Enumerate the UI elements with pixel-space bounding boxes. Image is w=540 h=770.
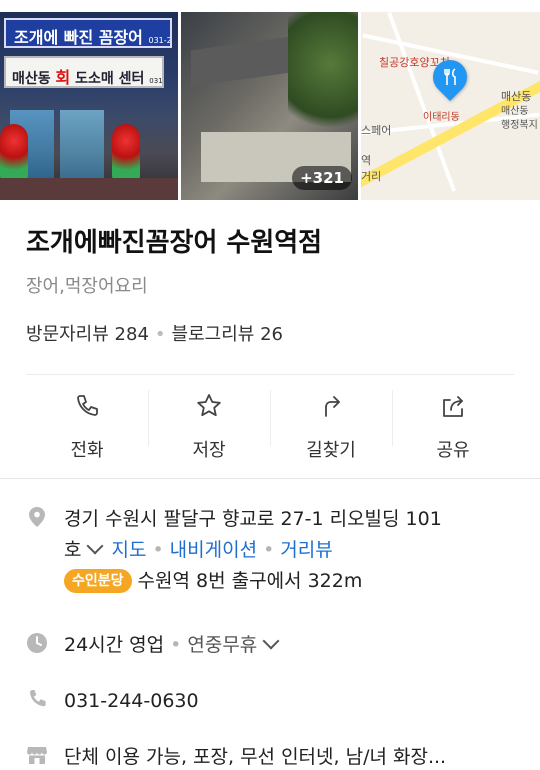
map-link[interactable]: 지도 — [111, 539, 146, 561]
directions-label: 길찾기 — [306, 440, 356, 461]
sidewalk — [0, 178, 178, 200]
call-button[interactable]: 전화 — [26, 380, 148, 470]
storefront-sign-bottom: 매산동 회 도소매 센터 031-240-0630 — [4, 56, 164, 88]
hours-text: 24시간 영업 • 연중무휴 — [64, 630, 514, 661]
map-place-label: 이태리동 — [423, 112, 460, 123]
save-label: 저장 — [192, 440, 226, 461]
share-label: 공유 — [436, 440, 470, 461]
subway-line-badge: 수인분당 — [64, 569, 132, 593]
fork-knife-icon — [444, 68, 456, 85]
map-edge-label: 역 — [361, 154, 372, 167]
tree — [288, 12, 358, 142]
storefront-sign-top: 조개에 빠진 꼼장어 031-244-0630 — [4, 18, 172, 48]
location-pin-icon — [29, 507, 45, 527]
street-view-link[interactable]: 거리뷰 — [280, 539, 332, 561]
place-name: 조개에빠진꼼장어 수원역점 — [26, 228, 323, 258]
share-icon — [443, 396, 463, 417]
phone-row[interactable]: 031-244-0630 — [26, 686, 514, 718]
share-button[interactable]: 공유 — [392, 380, 514, 470]
hours-row[interactable]: 24시간 영업 • 연중무휴 — [26, 630, 514, 662]
place-category: 장어,먹장어요리 — [26, 276, 148, 297]
interior-photo[interactable]: +321 — [181, 12, 358, 200]
chevron-down-icon[interactable] — [262, 632, 280, 650]
action-bar: 전화 저장 길찾기 공유 — [26, 380, 514, 470]
store-icon — [27, 747, 47, 764]
map-area-label: 행정복지 — [501, 120, 538, 131]
separator-dot: • — [263, 539, 275, 561]
flower-wreath — [0, 124, 28, 180]
separator-dot: • — [154, 324, 166, 345]
blog-review-link[interactable]: 블로그리뷰 26 — [172, 324, 283, 345]
more-photos-badge[interactable]: +321 — [292, 166, 352, 190]
visitor-review-link[interactable]: 방문자리뷰 284 — [26, 324, 149, 345]
address-text-block: 경기 수원시 팔달구 향교로 27-1 리오빌딩 101 호 지도 • 내비게이션 • 거… — [64, 504, 514, 597]
phone-icon — [77, 395, 98, 416]
phone-icon — [30, 690, 46, 707]
amenities-text: 단체 이용 가능, 포장, 무선 인터넷, 남/녀 화장... — [64, 746, 447, 768]
navigation-link[interactable]: 내비게이션 — [170, 539, 257, 561]
separator-dot: • — [152, 539, 164, 561]
amenities-row[interactable]: 단체 이용 가능, 포장, 무선 인터넷, 남/녀 화장... — [26, 742, 514, 770]
flower-wreath — [112, 124, 140, 180]
map-edge-label: 거리 — [361, 170, 382, 183]
address-line-1: 경기 수원시 팔달구 향교로 27-1 리오빌딩 101 — [64, 508, 442, 530]
address-row: 경기 수원시 팔달구 향교로 27-1 리오빌딩 101 호 지도 • 내비게이션 • 거… — [26, 504, 514, 604]
separator-dot: • — [170, 634, 182, 656]
phone-number[interactable]: 031-244-0630 — [64, 686, 514, 717]
call-label: 전화 — [70, 440, 104, 461]
subway-distance: 수원역 8번 출구에서 322m — [137, 570, 363, 592]
chevron-down-icon[interactable] — [86, 537, 104, 555]
clock-icon — [27, 633, 47, 653]
map-area-label: 매산동 — [501, 106, 529, 117]
divider — [26, 374, 514, 375]
photo-gallery[interactable]: 조개에 빠진 꼼장어 031-244-0630 매산동 회 도소매 센터 031… — [0, 0, 540, 200]
storefront-photo[interactable]: 조개에 빠진 꼼장어 031-244-0630 매산동 회 도소매 센터 031… — [0, 12, 178, 200]
hours-status: 24시간 영업 — [64, 634, 165, 656]
address-line-2: 호 — [64, 539, 82, 561]
star-icon — [197, 394, 221, 417]
mini-map[interactable]: 칠공강호양꼬치 이태리동 매산동 매산동 행정복지 스페어 역 거리 — [361, 12, 540, 200]
save-button[interactable]: 저장 — [148, 380, 270, 470]
review-summary: 방문자리뷰 284 • 블로그리뷰 26 — [26, 320, 283, 346]
map-edge-label: 스페어 — [361, 124, 392, 137]
directions-icon — [325, 396, 340, 417]
hours-note: 연중무휴 — [187, 634, 258, 656]
divider — [0, 478, 540, 479]
aquarium-tank — [60, 110, 104, 180]
directions-button[interactable]: 길찾기 — [270, 380, 392, 470]
